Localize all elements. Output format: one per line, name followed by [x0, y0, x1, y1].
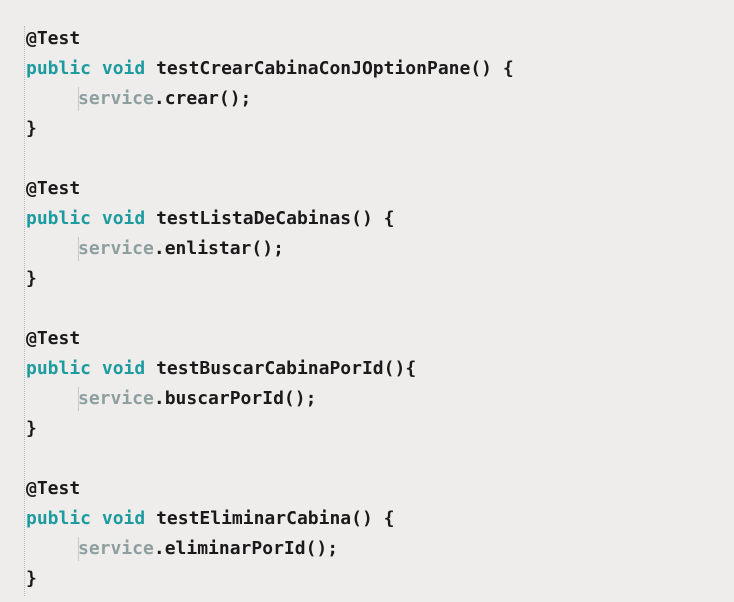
method-name: testCrearCabinaConJOptionPane	[156, 58, 471, 79]
annotation: @Test	[26, 28, 81, 49]
annotation: @Test	[26, 478, 81, 499]
field-reference: service	[78, 538, 154, 559]
code-editor[interactable]: @Test public void testCrearCabinaConJOpt…	[0, 0, 734, 602]
annotation: @Test	[26, 178, 81, 199]
method-call: .buscarPorId();	[153, 388, 317, 409]
code-line-close: }	[26, 114, 514, 144]
code-area[interactable]: @Test public void testCrearCabinaConJOpt…	[26, 24, 514, 594]
code-line-body: service.crear();	[26, 84, 514, 114]
code-line-annotation: @Test	[26, 174, 514, 204]
closing-brace: }	[26, 118, 37, 139]
code-line-close: }	[26, 264, 514, 294]
keyword: public void	[26, 58, 146, 79]
method-call: .eliminarPorId();	[153, 538, 339, 559]
keyword: public void	[26, 508, 146, 529]
indent	[26, 534, 79, 564]
code-line-body: service.eliminarPorId();	[26, 534, 514, 564]
method-name: testListaDeCabinas	[156, 208, 352, 229]
signature-tail: (){	[383, 358, 417, 379]
code-line-annotation: @Test	[26, 24, 514, 54]
code-line-body: service.buscarPorId();	[26, 384, 514, 414]
code-line-signature: public void testListaDeCabinas() {	[26, 204, 514, 234]
indent	[26, 234, 79, 264]
signature-tail: () {	[351, 208, 395, 229]
indent	[26, 384, 79, 414]
field-reference: service	[78, 238, 154, 259]
keyword: public void	[26, 358, 146, 379]
code-line-close: }	[26, 564, 514, 594]
signature-tail: () {	[470, 58, 514, 79]
code-line-body: service.enlistar();	[26, 234, 514, 264]
indent	[26, 84, 79, 114]
field-reference: service	[78, 388, 154, 409]
closing-brace: }	[26, 568, 37, 589]
closing-brace: }	[26, 268, 37, 289]
field-reference: service	[78, 88, 154, 109]
annotation: @Test	[26, 328, 81, 349]
code-line-close: }	[26, 414, 514, 444]
keyword: public void	[26, 208, 146, 229]
method-call: .enlistar();	[153, 238, 284, 259]
signature-tail: () {	[351, 508, 395, 529]
closing-brace: }	[26, 418, 37, 439]
indent-guide	[24, 26, 25, 596]
code-line-signature: public void testCrearCabinaConJOptionPan…	[26, 54, 514, 84]
method-name: testEliminarCabina	[156, 508, 352, 529]
method-name: testBuscarCabinaPorId	[156, 358, 384, 379]
code-line-annotation: @Test	[26, 324, 514, 354]
method-call: .crear();	[153, 88, 252, 109]
code-line-annotation: @Test	[26, 474, 514, 504]
code-line-signature: public void testEliminarCabina() {	[26, 504, 514, 534]
code-line-signature: public void testBuscarCabinaPorId(){	[26, 354, 514, 384]
